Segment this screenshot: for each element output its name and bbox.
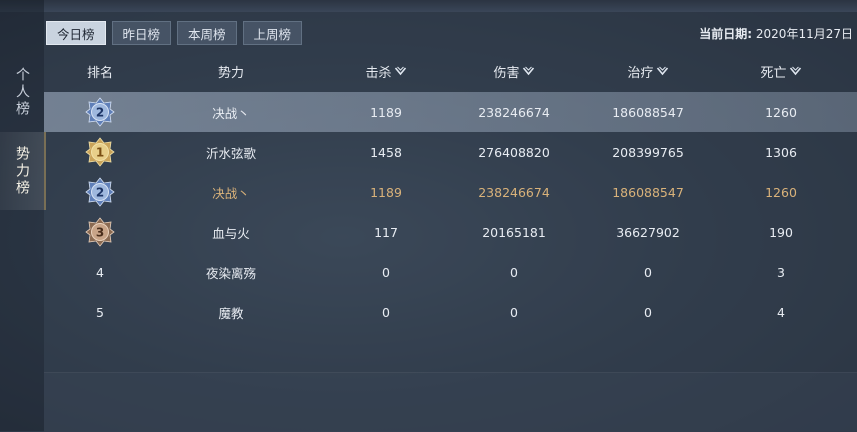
rank-badge-icon: 1: [85, 137, 115, 167]
rank-cell: 5: [96, 292, 104, 332]
rank-number: 2: [96, 106, 104, 120]
kills-value: 1458: [370, 144, 402, 160]
heal-value: 36627902: [616, 224, 680, 240]
rank-number: 2: [96, 186, 104, 200]
heal-value: 186088547: [612, 104, 684, 120]
current-date: 当前日期: 2020年11月27日: [699, 25, 853, 42]
damage-value: 0: [510, 304, 518, 320]
table-row[interactable]: 4 夜染离殇 0 0 0 3: [44, 252, 857, 292]
faction-name: 决战丶: [212, 185, 250, 201]
kills-value: 1189: [370, 184, 402, 200]
faction-name: 血与火: [212, 225, 250, 241]
damage-value: 20165181: [482, 224, 546, 240]
rank-cell: 3: [85, 212, 115, 252]
faction-name: 沂水弦歌: [205, 145, 257, 161]
faction-name: 夜染离殇: [205, 265, 257, 281]
rank-number: 4: [96, 264, 104, 280]
tab-yesterday[interactable]: 昨日榜: [111, 21, 172, 45]
damage-value: 0: [510, 264, 518, 280]
sort-chevron-icon: [394, 66, 407, 76]
date-label: 当前日期:: [699, 27, 753, 41]
rank-badge-icon: 2: [85, 97, 115, 127]
rank-cell: 4: [96, 252, 104, 292]
rank-cell: 2: [85, 92, 115, 132]
deaths-value: 3: [777, 264, 785, 280]
side-tab-faction[interactable]: 势力榜: [0, 132, 46, 210]
date-value: 2020年11月27日: [755, 27, 853, 41]
rank-cell: 2: [85, 172, 115, 212]
table-row[interactable]: 5 魔教 0 0 0 4: [44, 292, 857, 332]
table-row[interactable]: 3 血与火 117 20165181 36627902 190: [44, 212, 857, 252]
rank-number: 5: [96, 304, 104, 320]
faction-name: 魔教: [218, 305, 244, 321]
side-tab-personal[interactable]: 个人榜: [0, 60, 44, 124]
top-bar: [0, 0, 857, 12]
period-tabs: 今日榜 昨日榜 本周榜 上周榜: [46, 21, 303, 45]
damage-value: 238246674: [478, 104, 550, 120]
deaths-value: 1260: [765, 104, 797, 120]
col-deaths[interactable]: 死亡: [760, 62, 802, 81]
table-row[interactable]: 1 沂水弦歌 1458 276408820 208399765 1306: [44, 132, 857, 172]
rank-badge-icon: 2: [85, 177, 115, 207]
damage-value: 276408820: [478, 144, 550, 160]
kills-value: 1189: [370, 104, 402, 120]
tab-last-week[interactable]: 上周榜: [242, 21, 303, 45]
col-faction: 势力: [217, 65, 245, 81]
rank-number: 1: [96, 146, 104, 160]
empty-list-area: [44, 372, 857, 432]
tab-this-week[interactable]: 本周榜: [177, 21, 237, 45]
heal-value: 208399765: [612, 144, 684, 160]
damage-value: 238246674: [478, 184, 550, 200]
sort-chevron-icon: [789, 66, 802, 76]
col-rank: 排名: [86, 65, 114, 81]
leaderboard-rows: 2 决战丶 1189 238246674 186088547 1260 1 沂水弦歌 1458 2…: [44, 92, 857, 332]
heal-value: 0: [644, 264, 652, 280]
deaths-value: 1306: [765, 144, 797, 160]
sort-chevron-icon: [656, 66, 669, 76]
deaths-value: 4: [777, 304, 785, 320]
col-kills[interactable]: 击杀: [365, 62, 407, 81]
table-header: 排名 势力 击杀 伤害 治疗 死亡: [44, 58, 857, 84]
kills-value: 0: [382, 304, 390, 320]
sort-chevron-icon: [522, 66, 535, 76]
table-row[interactable]: 2 决战丶 1189 238246674 186088547 1260: [44, 172, 857, 212]
col-damage[interactable]: 伤害: [493, 62, 535, 81]
rank-cell: 1: [85, 132, 115, 172]
tab-today[interactable]: 今日榜: [46, 21, 106, 45]
deaths-value: 190: [769, 224, 793, 240]
rank-badge-icon: 3: [85, 217, 115, 247]
rank-number: 3: [96, 226, 104, 240]
col-heal[interactable]: 治疗: [627, 62, 669, 81]
heal-value: 186088547: [612, 184, 684, 200]
table-row[interactable]: 2 决战丶 1189 238246674 186088547 1260: [44, 92, 857, 132]
faction-name: 决战丶: [212, 105, 250, 121]
heal-value: 0: [644, 304, 652, 320]
kills-value: 0: [382, 264, 390, 280]
kills-value: 117: [374, 224, 398, 240]
deaths-value: 1260: [765, 184, 797, 200]
